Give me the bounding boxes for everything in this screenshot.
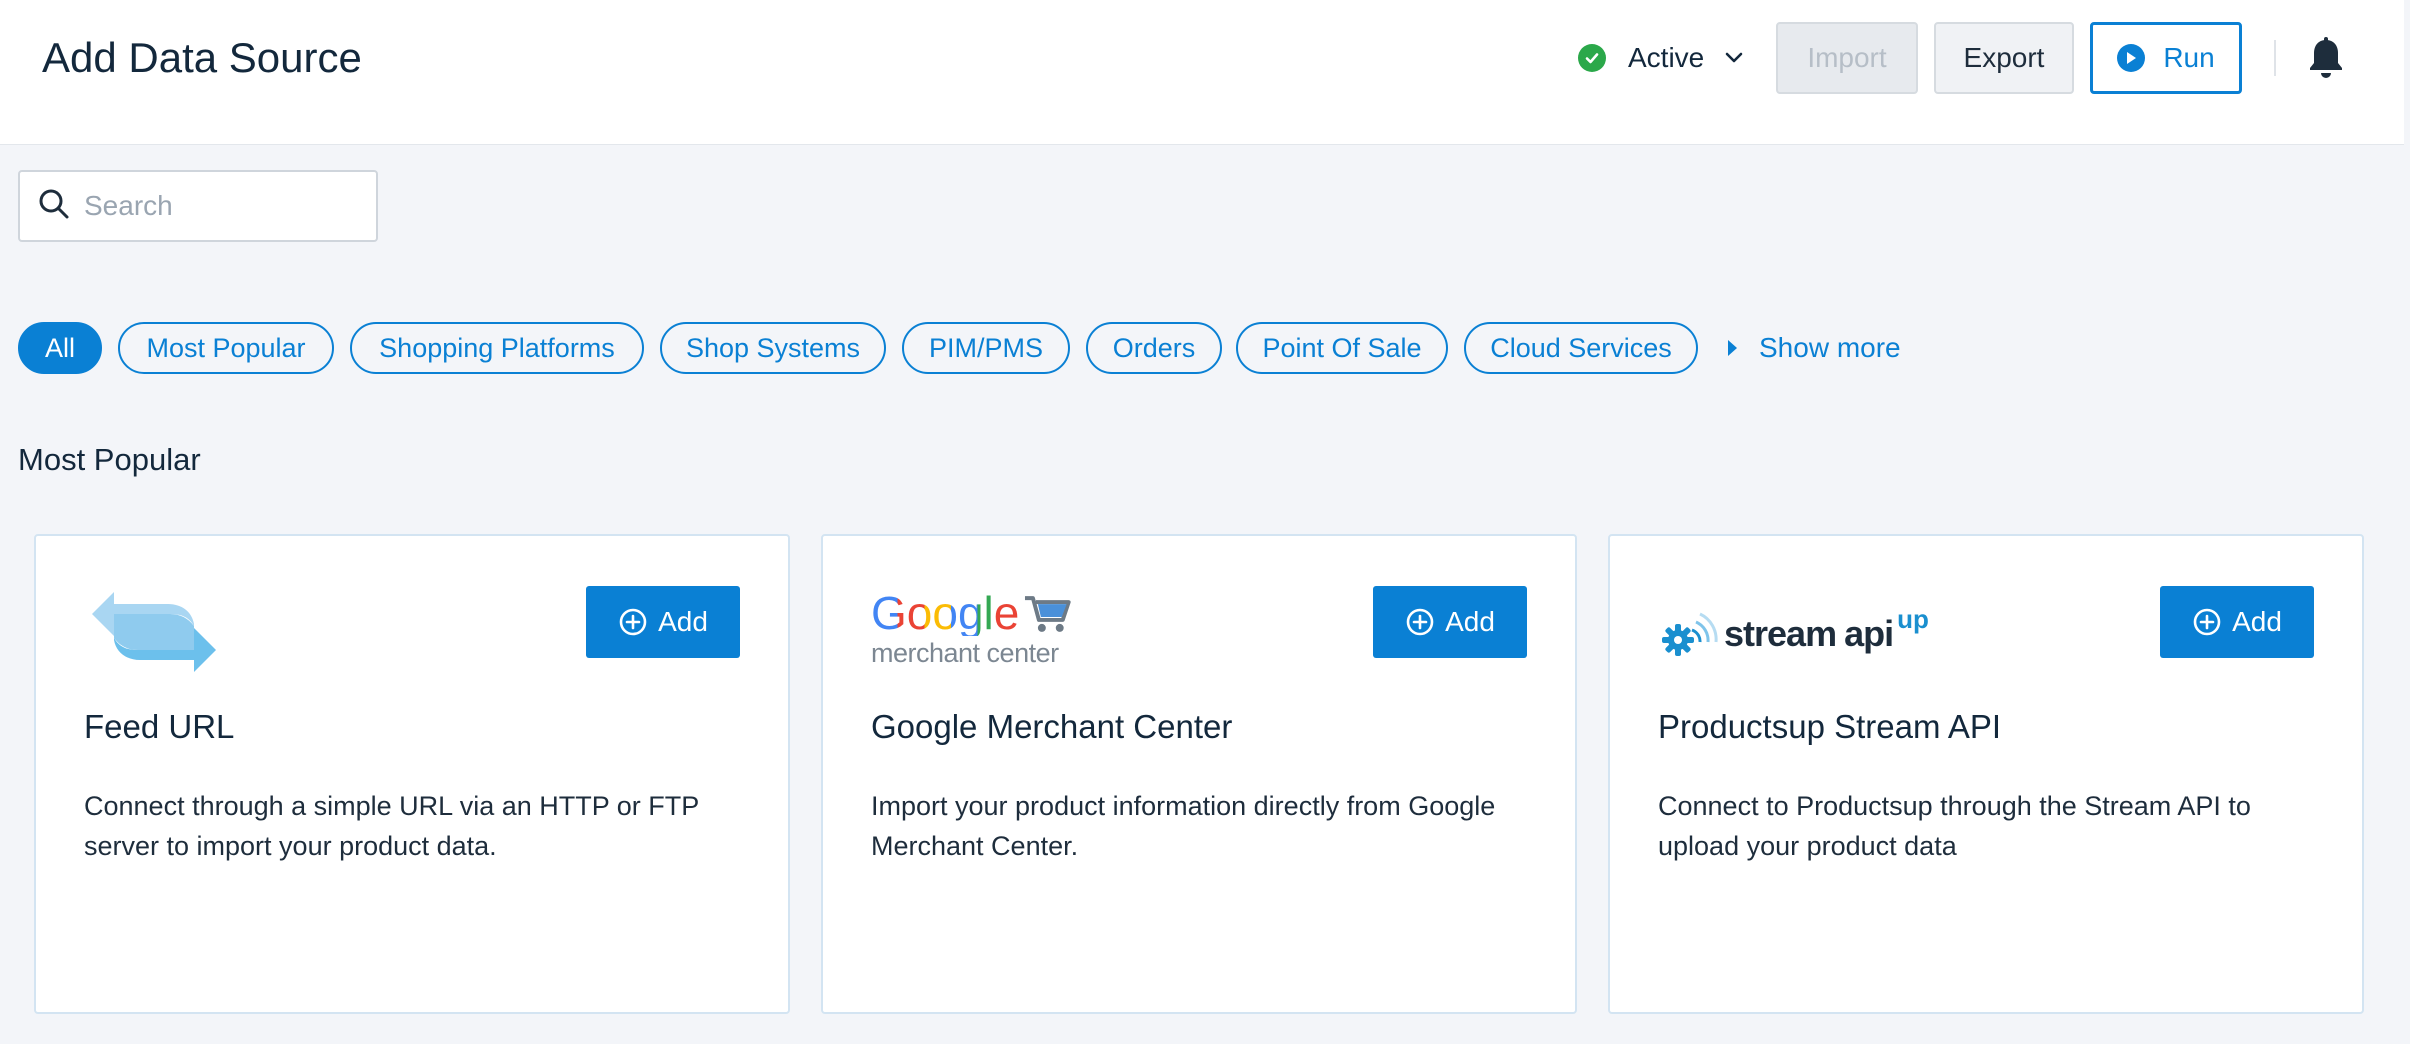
google-wordmark: Google [871, 587, 1020, 639]
card-description: Import your product information directly… [871, 791, 1496, 861]
filter-chip-orders[interactable]: Orders [1086, 322, 1222, 374]
card-title: Google Merchant Center [871, 708, 1233, 745]
plus-circle-icon [2193, 608, 2221, 636]
api-wordmark: api [1844, 613, 1894, 654]
check-icon [1578, 44, 1606, 72]
stream-api-logo: stream api up [1658, 586, 1958, 682]
add-label: Add [1445, 606, 1495, 637]
cart-icon [1025, 596, 1071, 632]
section-title: Most Popular [18, 442, 201, 477]
filter-chip-most-popular[interactable]: Most Popular [118, 322, 334, 374]
merchant-center-wordmark: merchant center [871, 638, 1059, 668]
plus-circle-icon [1406, 608, 1434, 636]
filter-chip-pim-pms[interactable]: PIM/PMS [902, 322, 1070, 374]
filter-chip-shopping-platforms[interactable]: Shopping Platforms [350, 322, 644, 374]
caret-right-icon [1728, 340, 1737, 356]
add-label: Add [658, 606, 708, 637]
gear-icon [1662, 612, 1718, 656]
import-button[interactable]: Import [1776, 22, 1918, 94]
add-stream-api-button[interactable]: Add [2160, 586, 2314, 658]
plus-circle-icon [619, 608, 647, 636]
filter-chip-point-of-sale[interactable]: Point Of Sale [1236, 322, 1448, 374]
card-description: Connect to Productsup through the Stream… [1658, 791, 2251, 861]
add-feed-url-button[interactable]: Add [586, 586, 740, 658]
page-title: Add Data Source [42, 34, 362, 81]
add-label: Add [2232, 606, 2282, 637]
filter-chip-shop-systems[interactable]: Shop Systems [660, 322, 886, 374]
stream-wordmark: stream [1724, 613, 1837, 654]
status-label: Active [1628, 42, 1705, 73]
feed-url-logo [84, 586, 224, 682]
run-label: Run [2163, 42, 2215, 73]
up-superscript: up [1897, 604, 1929, 634]
source-card-stream-api: stream api up Add Productsup Stream API … [1608, 534, 2364, 1014]
header-divider [2274, 40, 2276, 76]
show-more-link[interactable]: Show more [1728, 326, 1901, 370]
filter-chip-cloud-services[interactable]: Cloud Services [1464, 322, 1698, 374]
search-box[interactable] [18, 170, 378, 242]
play-icon [2117, 44, 2146, 72]
status-dropdown[interactable]: Active [1578, 40, 1746, 76]
source-card-feed-url: Add Feed URL Connect through a simple UR… [34, 534, 790, 1014]
export-button[interactable]: Export [1934, 22, 2074, 94]
bell-icon[interactable] [2306, 36, 2346, 80]
page-header: Add Data Source Active Import Export Run [0, 0, 2404, 145]
source-card-google-merchant-center: Google merchant center Add Google Mercha… [821, 534, 1577, 1014]
show-more-label: Show more [1759, 332, 1901, 363]
google-merchant-logo: Google merchant center [871, 586, 1071, 682]
add-google-merchant-button[interactable]: Add [1373, 586, 1527, 658]
card-description: Connect through a simple URL via an HTTP… [84, 791, 699, 861]
search-icon [38, 188, 70, 225]
card-title: Productsup Stream API [1658, 708, 2002, 745]
card-title: Feed URL [84, 708, 235, 745]
filter-chip-all[interactable]: All [18, 322, 102, 374]
run-button[interactable]: Run [2090, 22, 2242, 94]
chevron-down-icon [1722, 46, 1746, 70]
search-input[interactable] [84, 190, 364, 222]
